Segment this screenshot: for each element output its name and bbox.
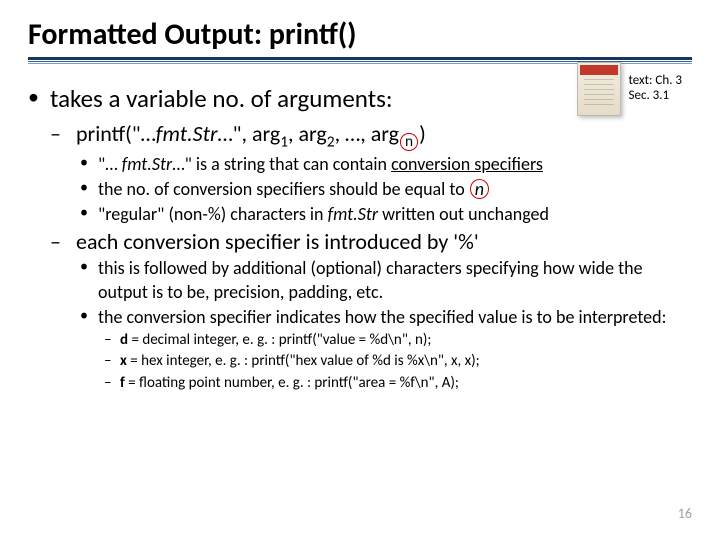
- printf-signature: printf("…fmt.Str…", arg1, arg2, …, argn): [76, 120, 426, 147]
- slide-title: Formatted Output: printf(): [28, 16, 357, 55]
- bullet-level2: printf("…fmt.Str…", arg1, arg2, …, argn)…: [50, 120, 692, 226]
- bullet-level3: "regular" (non-%) characters in fmt.Str …: [76, 203, 692, 226]
- body: takes a variable no. of arguments: print…: [28, 83, 692, 393]
- bullet-level2: each conversion specifier is introduced …: [50, 228, 692, 393]
- bullet-level3: "… fmt.Str…" is a string that can contai…: [76, 153, 692, 176]
- page-number: 16: [678, 505, 692, 522]
- bullet-level1: takes a variable no. of arguments: print…: [28, 83, 692, 393]
- bullet-level3: the no. of conversion specifiers should …: [76, 178, 692, 201]
- slide: Formatted Output: printf() text: Ch. 3 S…: [0, 0, 720, 540]
- bullet-level4: x = hex integer, e. g. : printf("hex val…: [98, 352, 692, 372]
- circled-n: n: [400, 133, 418, 150]
- bullet-level3: the conversion specifier indicates how t…: [76, 306, 692, 394]
- bullet-text: takes a variable no. of arguments:: [50, 83, 393, 114]
- circled-n: n: [470, 179, 489, 199]
- bullet-level4: f = floating point number, e. g. : print…: [98, 374, 692, 394]
- title-block: Formatted Output: printf(): [28, 16, 692, 63]
- bullet-level4: d = decimal integer, e. g. : printf("val…: [98, 331, 692, 351]
- bullet-level3: this is followed by additional (optional…: [76, 257, 692, 303]
